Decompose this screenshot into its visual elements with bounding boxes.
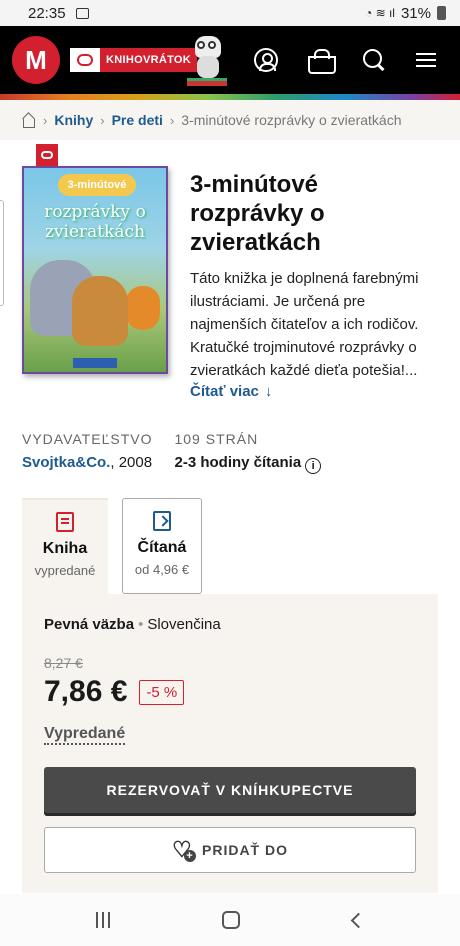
add-to-label: PRIDAŤ DO [202, 842, 288, 858]
site-logo[interactable]: M [12, 36, 60, 84]
search-icon[interactable] [362, 48, 386, 72]
add-to-list-button[interactable]: PRIDAŤ DO [44, 827, 416, 873]
brand-mark-icon [70, 48, 100, 72]
heart-plus-icon [172, 840, 196, 862]
cart-icon[interactable] [308, 48, 336, 74]
info-icon[interactable]: i [305, 458, 322, 474]
status-bar: 22:35 ◔ ≋ ıl 31% [0, 0, 460, 26]
ereader-icon [153, 511, 171, 531]
breadcrumb-knihy[interactable]: Knihy [54, 112, 93, 128]
product-description: Táto knižka je doplnená farebnými ilustr… [190, 270, 419, 379]
current-price: 7,86 € [44, 675, 128, 708]
pages-count: 109 STRÁN [174, 431, 259, 447]
publisher-label: VYDAVATEĽSTVO [22, 431, 153, 447]
arrow-down-icon: ↓ [264, 383, 273, 400]
menu-icon[interactable] [416, 48, 440, 72]
read-more-link[interactable]: Čítať viac ↓ [190, 383, 272, 400]
owl-mascot-icon [187, 32, 227, 88]
book-cover-image[interactable]: 3-minútové rozprávky o zvieratkách [22, 166, 168, 374]
discount-badge: -5 % [139, 679, 185, 705]
cover-subtitle: 3-minútové [58, 174, 136, 196]
format-name: Kniha [42, 540, 88, 557]
status-time: 22:35 [28, 4, 66, 22]
gallery-icon [75, 7, 89, 19]
read-more-label: Čítať viac [190, 383, 259, 400]
top-navigation: M KNIHOVRÁTOK [0, 26, 460, 94]
binding-info: Pevná väzba • Slovenčina [44, 616, 221, 633]
format-tab-kniha[interactable]: Kniha vypredané [22, 498, 108, 594]
chevron-right-icon: › [100, 112, 105, 128]
product-detail: 3-minútové rozprávky o zvieratkách 3-min… [0, 140, 460, 893]
binding-type: Pevná väzba [44, 616, 135, 633]
format-tab-citana[interactable]: Čítaná od 4,96 € [122, 498, 202, 594]
wifi-icon: ◔ ≋ ıl [364, 6, 395, 20]
cover-title: rozprávky o zvieratkách [44, 202, 146, 242]
format-status: vypredané [34, 563, 96, 578]
breadcrumb-pre-deti[interactable]: Pre deti [112, 112, 163, 128]
product-title: 3-minútové rozprávky o zvieratkách [190, 171, 325, 256]
publisher-link[interactable]: Svojtka&Co. [22, 454, 110, 471]
product-meta: VYDAVATEĽSTVO Svojtka&Co., 2008 109 STRÁ… [22, 431, 438, 474]
home-button-icon[interactable] [222, 911, 241, 929]
old-price: 8,27 € [44, 655, 83, 671]
chevron-right-icon: › [169, 112, 175, 128]
offer-panel: Pevná väzba • Slovenčina 8,27 € 7,86 € -5 … [22, 594, 438, 893]
brand-badge-icon [36, 144, 58, 166]
book-icon [56, 512, 74, 532]
language: Slovenčina [147, 616, 221, 633]
account-icon[interactable] [254, 48, 278, 72]
brand-text: KNIHOVRÁTOK [106, 54, 191, 66]
logo-letter: M [25, 44, 47, 75]
android-nav-bar [0, 894, 460, 946]
format-price: od 4,96 € [134, 562, 190, 577]
reserve-in-store-button[interactable]: REZERVOVAŤ V KNÍHKUPECTVE [44, 767, 416, 813]
format-name: Čítaná [137, 539, 187, 556]
chevron-right-icon: › [43, 112, 48, 128]
breadcrumb-current: 3-minútové rozprávky o zvieratkách [181, 112, 402, 128]
publish-year: , 2008 [110, 454, 153, 471]
back-icon[interactable] [350, 912, 367, 928]
recent-apps-icon[interactable] [96, 912, 111, 928]
format-tabs: Kniha vypredané Čítaná od 4,96 € [22, 498, 438, 594]
reading-time: 2-3 hodiny čítania [174, 454, 302, 471]
battery-level: 31% [400, 4, 431, 22]
book-cover-container: 3-minútové rozprávky o zvieratkách [22, 144, 168, 401]
home-icon[interactable] [22, 114, 36, 128]
battery-icon [437, 6, 446, 20]
availability-status[interactable]: Vypredané [44, 725, 126, 745]
knihovratok-banner[interactable]: KNIHOVRÁTOK [70, 48, 197, 72]
breadcrumb: › Knihy › Pre deti › 3-minútové rozprávk… [0, 100, 460, 140]
